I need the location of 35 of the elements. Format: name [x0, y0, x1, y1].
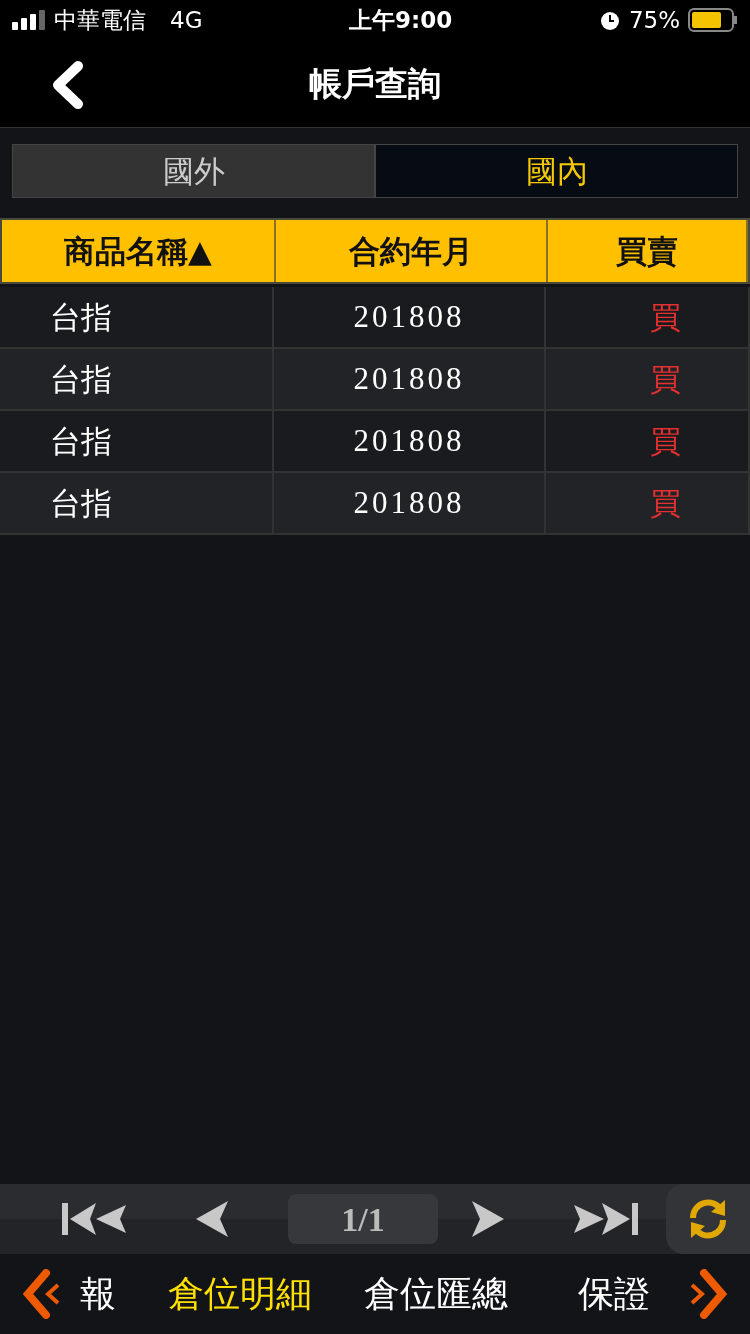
carrier-name: 中華電信 — [54, 5, 146, 35]
table-cell: 201808 — [274, 473, 546, 533]
column-header[interactable]: 商品名稱▲ — [2, 220, 276, 282]
alarm-icon — [598, 9, 621, 31]
table-cell: 台指 — [0, 473, 274, 533]
table-cell: 買 — [546, 349, 750, 409]
signal-icon — [12, 10, 46, 30]
menu-item[interactable]: 報 — [80, 1267, 116, 1321]
table-cell: 買 — [546, 411, 750, 471]
table-cell: 201808 — [274, 411, 546, 471]
table-cell: 201808 — [274, 349, 546, 409]
market-tab[interactable]: 國外 — [12, 144, 375, 198]
scroll-left-button[interactable] — [20, 1269, 62, 1319]
refresh-button[interactable] — [666, 1184, 750, 1254]
scroll-right-button[interactable] — [688, 1269, 730, 1319]
menu-item[interactable]: 倉位明細 — [168, 1267, 312, 1321]
next-page-button[interactable] — [470, 1199, 506, 1239]
table-cell: 買 — [546, 473, 750, 533]
table-cell: 台指 — [0, 287, 274, 347]
market-tab[interactable]: 國內 — [375, 144, 738, 198]
column-header[interactable]: 合約年月 — [276, 220, 548, 282]
table-cell: 台指 — [0, 349, 274, 409]
clock-time: 上午9:00 — [349, 6, 453, 33]
battery-icon — [688, 8, 738, 32]
column-header[interactable]: 買賣 — [548, 220, 748, 282]
battery-percent: 75% — [628, 5, 680, 35]
table-cell: 買 — [546, 287, 750, 347]
previous-page-button[interactable] — [194, 1199, 230, 1239]
page-indicator: 1/1 — [288, 1194, 438, 1244]
menu-item[interactable]: 倉位匯總 — [364, 1267, 508, 1321]
network-type: 4G — [170, 5, 203, 35]
table-cell: 201808 — [274, 287, 546, 347]
table-cell: 台指 — [0, 411, 274, 471]
menu-item[interactable]: 保證 — [578, 1267, 650, 1321]
page-title: 帳戶查詢 — [309, 62, 441, 105]
